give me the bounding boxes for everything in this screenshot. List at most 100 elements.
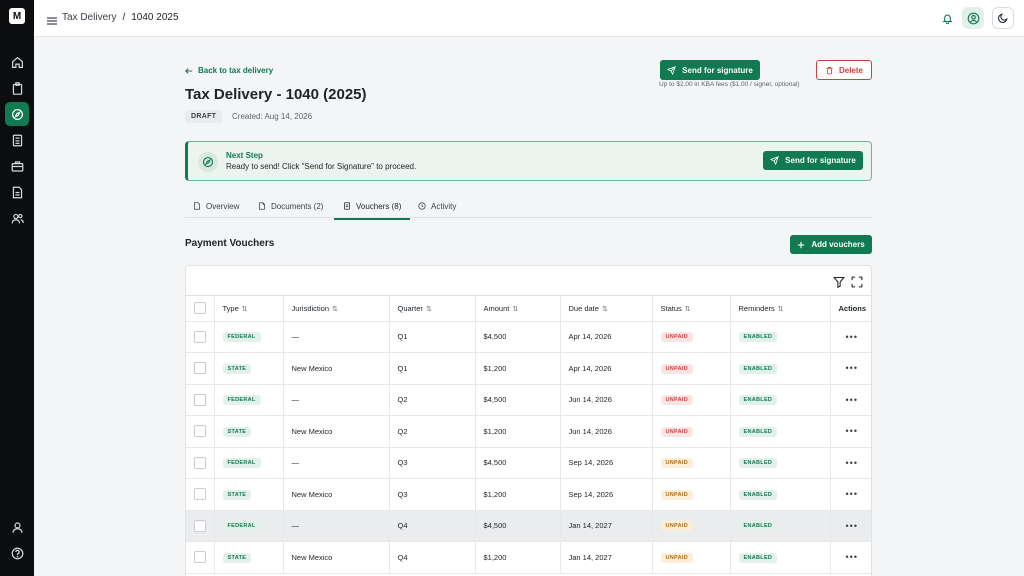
sort-icon: ⇅	[425, 305, 432, 313]
row-actions-menu-icon[interactable]: •••	[830, 321, 871, 353]
row-actions-menu-icon[interactable]: •••	[830, 415, 871, 448]
status-badge: UNPAID	[660, 552, 693, 563]
send-button-label: Send for signature	[682, 65, 753, 75]
fullscreen-icon[interactable]	[851, 275, 863, 288]
next-step-banner: Next Step Ready to send! Click "Send for…	[185, 141, 872, 181]
select-cell	[186, 541, 215, 574]
back-link[interactable]: Back to tax delivery	[185, 66, 273, 75]
bell-icon[interactable]	[940, 11, 954, 25]
table-row[interactable]: STATE New Mexico Q3 $1,200 Sep 14, 2026 UNPAI…	[186, 478, 871, 511]
row-checkbox[interactable]	[194, 456, 206, 469]
column-header-reminders[interactable]: Reminders ⇅	[730, 296, 831, 322]
column-label: Reminders	[738, 303, 775, 313]
row-checkbox[interactable]	[194, 519, 206, 532]
reminders-badge: ENABLED	[738, 552, 778, 563]
status-badge: UNPAID	[660, 521, 693, 532]
reminders-cell: ENABLED	[730, 447, 831, 479]
table-row[interactable]: FEDERAL — Q3 $4,500 Sep 14, 2026 UNPAID ENABLE…	[186, 447, 871, 479]
column-header-type[interactable]: Type ⇅	[214, 296, 284, 322]
account-button[interactable]	[962, 7, 984, 29]
breadcrumb-tax-delivery[interactable]: Tax Delivery	[62, 12, 116, 23]
row-actions-menu-icon[interactable]: •••	[830, 352, 871, 385]
amount-cell: $1,200	[475, 352, 561, 385]
top-bar: Tax Delivery / 1040 2025	[34, 0, 1024, 37]
reminders-cell: ENABLED	[730, 415, 831, 448]
tab-overview[interactable]: Overview	[193, 200, 239, 218]
compass-icon[interactable]	[5, 102, 29, 126]
amount-cell: $1,200	[475, 478, 561, 511]
type-badge: FEDERAL	[222, 521, 261, 532]
jurisdiction-cell: New Mexico	[283, 352, 390, 385]
menu-icon[interactable]	[47, 13, 57, 25]
row-checkbox[interactable]	[194, 393, 206, 406]
table-row[interactable]: STATE New Mexico Q2 $1,200 Jun 14, 2026 UNPAI…	[186, 415, 871, 448]
table-row[interactable]: FEDERAL — Q4 $4,500 Jan 14, 2027 UNPAID ENABLE…	[186, 510, 871, 542]
row-actions-menu-icon[interactable]: •••	[830, 447, 871, 479]
reminders-cell: ENABLED	[730, 352, 831, 385]
column-label: Actions	[838, 303, 867, 313]
tab-bar: Overview Documents (2) Vouchers (8) Acti…	[185, 197, 872, 220]
page-title: Tax Delivery - 1040 (2025)	[185, 86, 367, 103]
column-header-quarter[interactable]: Quarter ⇅	[389, 296, 476, 322]
reminders-badge: ENABLED	[738, 426, 778, 437]
table-row[interactable]: FEDERAL — Q2 $4,500 Jun 14, 2026 UNPAID ENABLE…	[186, 384, 871, 416]
jurisdiction-cell: —	[283, 510, 390, 542]
row-checkbox[interactable]	[194, 362, 206, 375]
column-header-due-date[interactable]: Due date ⇅	[560, 296, 653, 322]
table-row[interactable]: STATE New Mexico Q1 $1,200 Apr 14, 2026 UNPAI…	[186, 352, 871, 385]
tab-documents[interactable]: Documents (2)	[258, 200, 323, 218]
theme-toggle-button[interactable]	[992, 7, 1014, 29]
sort-icon: ⇅	[512, 305, 519, 313]
calculator-icon[interactable]	[5, 128, 29, 152]
select-cell	[186, 384, 215, 416]
home-icon[interactable]	[5, 50, 29, 74]
status-cell: UNPAID	[652, 415, 731, 448]
quarter-cell: Q4	[389, 541, 476, 574]
clipboard-icon[interactable]	[5, 76, 29, 100]
next-step-send-button[interactable]: Send for signature	[763, 151, 863, 170]
quarter-cell: Q3	[389, 447, 476, 479]
briefcase-icon[interactable]	[5, 154, 29, 178]
sort-icon: ⇅	[684, 305, 691, 313]
column-header-jurisdiction[interactable]: Jurisdiction ⇅	[283, 296, 390, 322]
row-checkbox[interactable]	[194, 330, 206, 343]
status-badge: UNPAID	[660, 426, 693, 437]
select-all-checkbox[interactable]	[194, 302, 206, 315]
send-for-signature-button[interactable]: Send for signature	[660, 60, 760, 80]
delete-button[interactable]: Delete	[816, 60, 872, 80]
select-cell	[186, 352, 215, 385]
due-date-cell: Apr 14, 2026	[560, 352, 653, 385]
trash-icon	[826, 66, 833, 74]
column-header-amount[interactable]: Amount ⇅	[475, 296, 561, 322]
row-actions-menu-icon[interactable]: •••	[830, 384, 871, 416]
reminders-badge: ENABLED	[738, 395, 778, 406]
table-row[interactable]: FEDERAL — Q1 $4,500 Apr 14, 2026 UNPAID ENABLE…	[186, 321, 871, 353]
row-checkbox[interactable]	[194, 551, 206, 564]
amount-cell: $1,200	[475, 415, 561, 448]
row-checkbox[interactable]	[194, 488, 206, 501]
sidebar: M	[0, 0, 34, 576]
table-row[interactable]: STATE New Mexico Q4 $1,200 Jan 14, 2027 UNPAI…	[186, 541, 871, 574]
quarter-cell: Q3	[389, 478, 476, 511]
row-actions-menu-icon[interactable]: •••	[830, 510, 871, 542]
tab-label: Overview	[206, 202, 240, 211]
app-logo[interactable]: M	[9, 8, 25, 24]
column-header-status[interactable]: Status ⇅	[652, 296, 731, 322]
row-actions-menu-icon[interactable]: •••	[830, 478, 871, 511]
tab-activity[interactable]: Activity	[418, 200, 456, 218]
document-icon[interactable]	[5, 180, 29, 204]
status-badge: UNPAID	[660, 395, 693, 406]
status-badge: UNPAID	[660, 332, 693, 343]
select-cell	[186, 321, 215, 353]
users-icon[interactable]	[5, 206, 29, 230]
filter-icon[interactable]	[833, 275, 845, 289]
row-checkbox[interactable]	[194, 425, 206, 438]
user-icon[interactable]	[5, 515, 29, 539]
select-all-cell	[186, 296, 215, 322]
row-actions-menu-icon[interactable]: •••	[830, 541, 871, 574]
next-step-title: Next Step	[226, 151, 263, 160]
help-icon[interactable]	[5, 541, 29, 565]
add-vouchers-button[interactable]: Add vouchers	[790, 235, 872, 254]
reminders-badge: ENABLED	[738, 521, 778, 532]
tab-vouchers[interactable]: Vouchers (8)	[334, 200, 410, 220]
